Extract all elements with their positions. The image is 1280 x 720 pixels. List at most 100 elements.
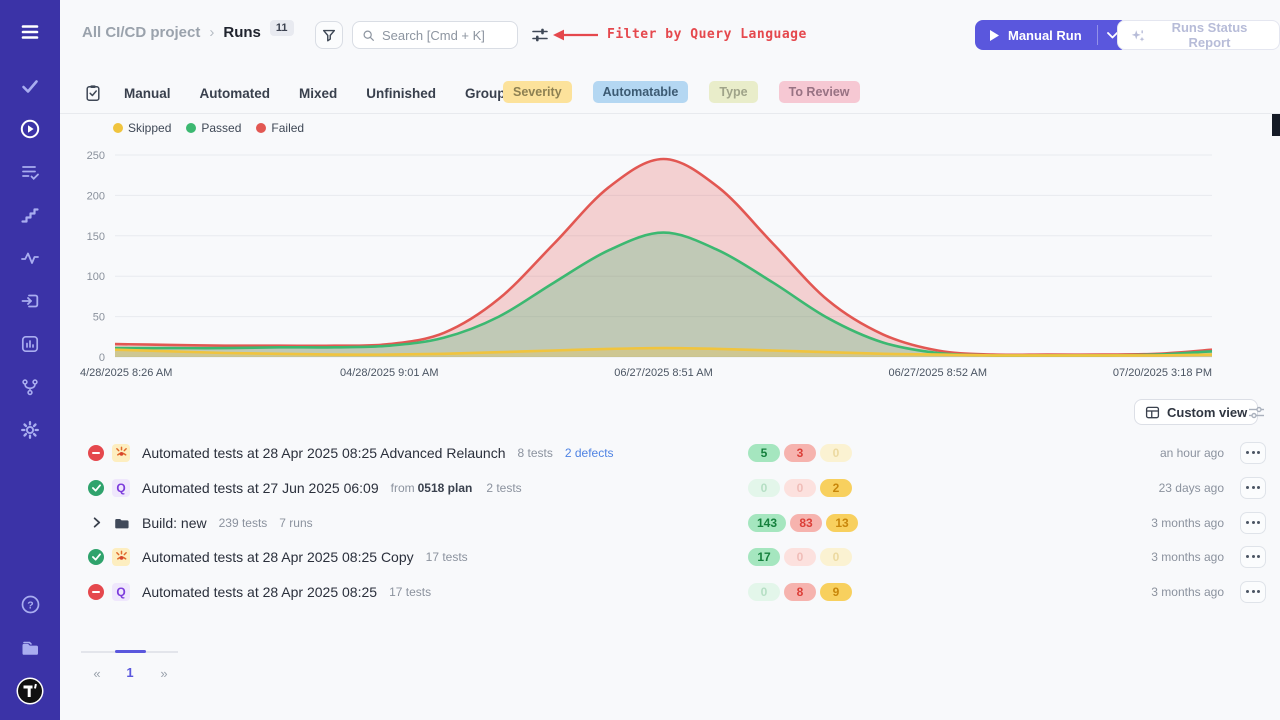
sidebar-item-menu[interactable]: [0, 0, 60, 64]
run-row-2[interactable]: Q Automated tests at 27 Jun 2025 06:09 f…: [88, 470, 1266, 505]
run-defects-link[interactable]: 2 defects: [565, 446, 614, 460]
group-title[interactable]: Build: new: [142, 515, 207, 531]
sidebar-item-traceability[interactable]: [0, 365, 60, 408]
runs-status-report-label: Runs Status Report: [1153, 20, 1266, 50]
svg-text:200: 200: [87, 190, 105, 202]
runs-status-report-button[interactable]: Runs Status Report: [1117, 20, 1280, 50]
run-row-5[interactable]: Q Automated tests at 28 Apr 2025 08:25 1…: [88, 574, 1266, 609]
breadcrumb-separator: ›: [209, 24, 214, 41]
svg-text:100: 100: [87, 271, 105, 283]
tab-automated[interactable]: Automated: [200, 86, 271, 101]
run-plan-name[interactable]: 0518 plan: [418, 481, 473, 495]
funnel-icon: [321, 27, 337, 43]
result-pills: 0 0 2: [748, 479, 852, 497]
passed-count-pill: 17: [748, 548, 780, 566]
failed-count-pill: 8: [784, 583, 816, 601]
pagination-page-1[interactable]: 1: [121, 665, 139, 680]
run-row-4[interactable]: Automated tests at 28 Apr 2025 08:25 Cop…: [88, 539, 1266, 574]
table-view-icon: [1145, 405, 1160, 420]
run-row-1[interactable]: Automated tests at 28 Apr 2025 08:25 Adv…: [88, 435, 1266, 470]
failed-count-pill: 3: [784, 444, 816, 462]
manual-run-split-button: Manual Run: [975, 20, 1128, 50]
tab-manual[interactable]: Manual: [124, 86, 171, 101]
svg-text:50: 50: [93, 312, 105, 324]
skipped-count-pill: 2: [820, 479, 852, 497]
group-runs-count: 7 runs: [279, 516, 312, 530]
failed-count-pill: 0: [784, 479, 816, 497]
spark-emoji-icon: [112, 548, 130, 566]
tab-mixed[interactable]: Mixed: [299, 86, 337, 101]
annotation-text: Filter by Query Language: [607, 27, 807, 42]
svg-text:?: ?: [27, 599, 33, 611]
sidebar-item-tests[interactable]: [0, 64, 60, 107]
result-pills: 5 3 0: [748, 444, 852, 462]
breadcrumb: All CI/CD project › Runs 11: [82, 24, 294, 41]
svg-text:07/20/2025 3:18 PM: 07/20/2025 3:18 PM: [1113, 367, 1212, 379]
sidebar-item-projects[interactable]: [0, 626, 60, 669]
run-time: 3 months ago: [1151, 585, 1224, 599]
run-title[interactable]: Automated tests at 28 Apr 2025 08:25 Adv…: [142, 445, 505, 461]
qase-logo-icon: Q: [112, 479, 130, 497]
arrow-left-icon: [553, 28, 599, 42]
run-time: 23 days ago: [1159, 481, 1224, 495]
folder-icon: [19, 637, 41, 659]
svg-text:06/27/2025 8:51 AM: 06/27/2025 8:51 AM: [614, 367, 712, 379]
tab-unfinished[interactable]: Unfinished: [366, 86, 436, 101]
row-menu-button[interactable]: [1240, 546, 1266, 568]
run-title[interactable]: Automated tests at 28 Apr 2025 08:25: [142, 584, 377, 600]
pagination-last-button[interactable]: »: [155, 666, 173, 681]
sidebar-item-settings[interactable]: [0, 408, 60, 451]
sidebar-item-logo[interactable]: [0, 669, 60, 712]
gear-icon: [20, 420, 40, 440]
run-time: an hour ago: [1160, 446, 1224, 460]
sidebar-item-shared-steps[interactable]: [0, 193, 60, 236]
row-menu-button[interactable]: [1240, 442, 1266, 464]
query-filter-icon[interactable]: [531, 26, 549, 44]
play-icon: [990, 30, 999, 41]
manual-run-label: Manual Run: [1008, 28, 1082, 43]
row-menu-button[interactable]: [1240, 581, 1266, 603]
row-menu-button[interactable]: [1240, 512, 1266, 534]
run-title[interactable]: Automated tests at 28 Apr 2025 08:25 Cop…: [142, 549, 414, 565]
row-menu-button[interactable]: [1240, 477, 1266, 499]
custom-view-label: Custom view: [1167, 405, 1247, 420]
passed-count-pill: 5: [748, 444, 780, 462]
svg-text:150: 150: [87, 231, 105, 243]
runs-page: ? All CI/CD project › Runs 11 Filter by …: [0, 0, 1280, 720]
runs-area-chart: 0501001502002504/28/2025 8:26 AM04/28/20…: [0, 100, 1280, 390]
svg-text:4/28/2025 8:26 AM: 4/28/2025 8:26 AM: [80, 367, 172, 379]
run-tests-count: 17 tests: [426, 550, 468, 564]
sidebar-item-imports[interactable]: [0, 279, 60, 322]
view-settings-icon[interactable]: [1248, 404, 1265, 421]
pagination-active-indicator: [115, 650, 146, 653]
run-tests-count: 2 tests: [486, 481, 521, 495]
expand-chevron-icon[interactable]: [88, 515, 104, 531]
runs-count-badge: 11: [270, 20, 294, 36]
sidebar-item-plans[interactable]: [0, 150, 60, 193]
spark-emoji-icon: [112, 444, 130, 462]
manual-run-button[interactable]: Manual Run: [975, 20, 1097, 50]
custom-view-button[interactable]: Custom view: [1134, 399, 1258, 425]
sidebar-item-help[interactable]: ?: [0, 583, 60, 626]
sidebar-item-runs[interactable]: [0, 107, 60, 150]
pulse-icon: [20, 248, 40, 268]
run-row-3-group[interactable]: Build: new 239 tests 7 runs 143 83 13 3 …: [88, 505, 1266, 540]
run-tests-count: 8 tests: [517, 446, 552, 460]
passed-count-pill: 143: [748, 514, 786, 532]
svg-text:04/28/2025 9:01 AM: 04/28/2025 9:01 AM: [340, 367, 438, 379]
search-input[interactable]: [382, 28, 508, 43]
sidebar: ?: [0, 0, 60, 720]
bar-chart-icon: [20, 334, 40, 354]
status-passed-icon: [88, 480, 104, 496]
skipped-count-pill: 0: [820, 444, 852, 462]
breadcrumb-project[interactable]: All CI/CD project: [82, 24, 200, 41]
skipped-count-pill: 13: [826, 514, 858, 532]
sidebar-item-pulse[interactable]: [0, 236, 60, 279]
search-box: [352, 21, 518, 49]
filter-button[interactable]: [315, 21, 343, 49]
sidebar-item-analytics[interactable]: [0, 322, 60, 365]
pagination-first-button[interactable]: «: [88, 666, 106, 681]
run-title[interactable]: Automated tests at 27 Jun 2025 06:09: [142, 480, 379, 496]
sidebar-bottom: ?: [0, 583, 60, 720]
branch-icon: [20, 377, 40, 397]
